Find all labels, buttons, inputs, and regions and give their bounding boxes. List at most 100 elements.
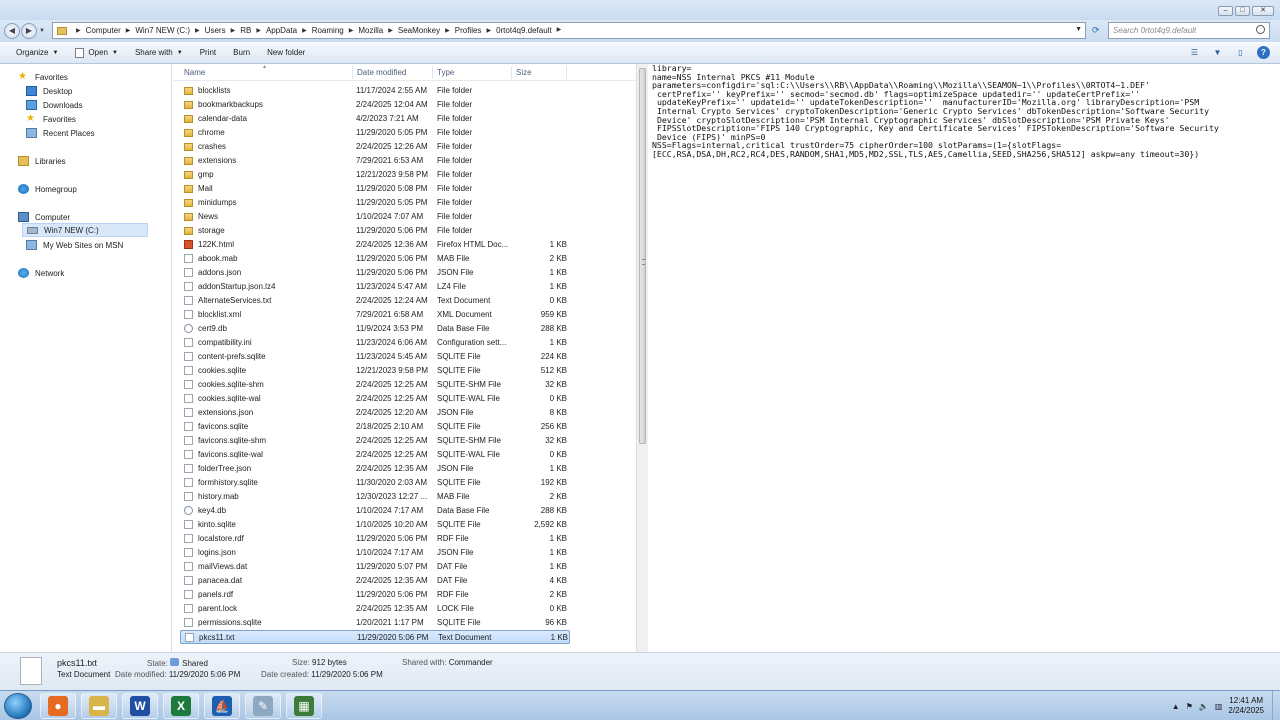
paint-app[interactable]: ✎: [245, 693, 281, 719]
nav-favorites[interactable]: ★ Favorites: [18, 70, 68, 84]
preview-pane-icon[interactable]: ▯: [1234, 46, 1247, 59]
file-row[interactable]: blocklists 11/17/2024 2:55 AM File folder: [180, 84, 570, 98]
network-tray-icon[interactable]: ▥: [1215, 702, 1223, 711]
file-row[interactable]: News 1/10/2024 7:07 AM File folder: [180, 210, 570, 224]
nav-homegroup[interactable]: Homegroup: [18, 182, 77, 196]
file-row[interactable]: Mail 11/29/2020 5:08 PM File folder: [180, 182, 570, 196]
file-row[interactable]: compatibility.ini 11/23/2024 6:06 AM Confi…: [180, 336, 570, 350]
file-row[interactable]: bookmarkbackups 2/24/2025 12:04 AM File fo…: [180, 98, 570, 112]
file-row[interactable]: extensions.json 2/24/2025 12:20 AM JSON Fi…: [180, 406, 570, 420]
seamonkey-app[interactable]: ⛵: [204, 693, 240, 719]
breadcrumb-separator-icon[interactable]: ▶: [557, 26, 562, 35]
flag-icon[interactable]: ⚑: [1186, 702, 1193, 711]
share-with-button[interactable]: Share with ▼: [127, 42, 192, 64]
file-row[interactable]: localstore.rdf 11/29/2020 5:06 PM RDF File…: [180, 532, 570, 546]
file-row[interactable]: panacea.dat 2/24/2025 12:35 AM DAT File 4 K…: [180, 574, 570, 588]
file-row[interactable]: permissions.sqlite 1/20/2021 1:17 PM SQLIT…: [180, 616, 570, 630]
file-row[interactable]: addonStartup.json.lz4 11/23/2024 5:47 AM L…: [180, 280, 570, 294]
view-options-chevron-icon[interactable]: ▼: [1211, 46, 1224, 59]
file-row[interactable]: cookies.sqlite-shm 2/24/2025 12:25 AM SQLI…: [180, 378, 570, 392]
file-list-scrollbar[interactable]: [636, 64, 648, 652]
show-desktop-button[interactable]: [1272, 691, 1280, 720]
refresh-icon[interactable]: ⟳: [1092, 24, 1104, 36]
file-row[interactable]: cert9.db 11/9/2024 3:53 PM Data Base File 2…: [180, 322, 570, 336]
breadcrumb-item[interactable]: ▶ Users: [190, 26, 226, 35]
file-row[interactable]: history.mab 12/30/2023 12:27 ... MAB File 2…: [180, 490, 570, 504]
address-history-chevron-icon[interactable]: ▼: [1075, 26, 1082, 33]
file-row[interactable]: content-prefs.sqlite 11/23/2024 5:45 AM SQ…: [180, 350, 570, 364]
column-divider[interactable]: [566, 66, 567, 79]
file-row[interactable]: cookies.sqlite 12/21/2023 9:58 PM SQLITE F…: [180, 364, 570, 378]
firefox-app[interactable]: ●: [40, 693, 76, 719]
column-divider[interactable]: [352, 66, 353, 79]
change-view-icon[interactable]: ☰: [1188, 46, 1201, 59]
file-row[interactable]: favicons.sqlite 2/18/2025 2:10 AM SQLITE F…: [180, 420, 570, 434]
breadcrumb-item[interactable]: ▶ SeaMonkey: [383, 26, 440, 35]
breadcrumb-separator-icon[interactable]: ▶: [231, 27, 236, 34]
clock[interactable]: 12:41 AM 2/24/2025: [1228, 696, 1264, 716]
breadcrumb-item[interactable]: ▶ Computer: [71, 26, 121, 35]
close-button[interactable]: ✕: [1252, 6, 1274, 16]
file-row[interactable]: kinto.sqlite 1/10/2025 10:20 AM SQLITE Fil…: [180, 518, 570, 532]
breadcrumb-separator-icon[interactable]: ▶: [256, 27, 261, 34]
nav-favorites-folder[interactable]: ★ Favorites: [26, 112, 76, 126]
file-row[interactable]: extensions 7/29/2021 6:53 AM File folder: [180, 154, 570, 168]
speaker-icon[interactable]: 🔈: [1199, 702, 1209, 711]
column-name[interactable]: Name: [184, 68, 205, 77]
breadcrumb-separator-icon[interactable]: ▶: [76, 27, 81, 34]
breadcrumb-item[interactable]: ▶ RB: [226, 26, 252, 35]
minimize-button[interactable]: –: [1218, 6, 1233, 16]
breadcrumb-separator-icon[interactable]: ▶: [302, 27, 307, 34]
excel-app[interactable]: X: [163, 693, 199, 719]
file-row[interactable]: addons.json 11/29/2020 5:06 PM JSON File 1 …: [180, 266, 570, 280]
breadcrumb-item[interactable]: ▶ Profiles: [440, 26, 481, 35]
recent-pages-chevron-icon[interactable]: ▼: [39, 28, 45, 34]
organize-button[interactable]: Organize ▼: [8, 42, 67, 64]
breadcrumb-separator-icon[interactable]: ▶: [195, 27, 200, 34]
file-row[interactable]: AlternateServices.txt 2/24/2025 12:24 AM T…: [180, 294, 570, 308]
control-panel-app[interactable]: ▦: [286, 693, 322, 719]
file-row[interactable]: gmp 12/21/2023 9:58 PM File folder: [180, 168, 570, 182]
file-row[interactable]: key4.db 1/10/2024 7:17 AM Data Base File 28…: [180, 504, 570, 518]
file-row[interactable]: favicons.sqlite-shm 2/24/2025 12:25 AM SQL…: [180, 434, 570, 448]
file-row[interactable]: storage 11/29/2020 5:06 PM File folder: [180, 224, 570, 238]
search-icon[interactable]: [1256, 25, 1265, 34]
file-row[interactable]: 122K.html 2/24/2025 12:36 AM Firefox HTML …: [180, 238, 570, 252]
column-type[interactable]: Type: [437, 68, 454, 77]
file-row[interactable]: formhistory.sqlite 11/30/2020 2:03 AM SQLI…: [180, 476, 570, 490]
nav-desktop[interactable]: Desktop: [26, 84, 72, 98]
column-size[interactable]: Size: [516, 68, 532, 77]
forward-button[interactable]: ▶: [21, 23, 37, 39]
scrollbar-thumb[interactable]: [639, 68, 646, 444]
nav-recent-places[interactable]: Recent Places: [26, 126, 95, 140]
file-row[interactable]: mailViews.dat 11/29/2020 5:07 PM DAT File 1…: [180, 560, 570, 574]
breadcrumb-separator-icon[interactable]: ▶: [349, 27, 354, 34]
open-button[interactable]: Open ▼: [67, 42, 127, 64]
file-row[interactable]: favicons.sqlite-wal 2/24/2025 12:25 AM SQL…: [180, 448, 570, 462]
file-row[interactable]: minidumps 11/29/2020 5:05 PM File folder: [180, 196, 570, 210]
breadcrumb-item[interactable]: ▶ AppData: [251, 26, 297, 35]
file-row[interactable]: calendar-data 4/2/2023 7:21 AM File folder: [180, 112, 570, 126]
new-folder-button[interactable]: New folder: [259, 42, 314, 64]
breadcrumb-separator-icon[interactable]: ▶: [126, 27, 131, 34]
file-row[interactable]: crashes 2/24/2025 12:26 AM File folder: [180, 140, 570, 154]
column-divider[interactable]: [511, 66, 512, 79]
nav-my-web-sites[interactable]: My Web Sites on MSN: [26, 238, 123, 252]
column-divider[interactable]: [432, 66, 433, 79]
nav-network[interactable]: Network: [18, 266, 64, 280]
help-icon[interactable]: ?: [1257, 46, 1270, 59]
file-row[interactable]: cookies.sqlite-wal 2/24/2025 12:25 AM SQLI…: [180, 392, 570, 406]
file-row[interactable]: folderTree.json 2/24/2025 12:35 AM JSON Fi…: [180, 462, 570, 476]
breadcrumb-item[interactable]: ▶ Roaming: [297, 26, 344, 35]
search-input[interactable]: Search 0rtot4q9.default: [1108, 22, 1270, 39]
back-button[interactable]: ◀: [4, 23, 20, 39]
breadcrumb-item[interactable]: ▶ Mozilla: [344, 26, 384, 35]
nav-drive-c[interactable]: Win7 NEW (C:): [22, 223, 148, 237]
burn-button[interactable]: Burn: [225, 42, 259, 64]
show-hidden-icons-icon[interactable]: ▲: [1172, 702, 1180, 711]
breadcrumb-separator-icon[interactable]: ▶: [486, 27, 491, 34]
start-button[interactable]: [4, 693, 32, 719]
word-app[interactable]: W: [122, 693, 158, 719]
file-row[interactable]: pkcs11.txt 11/29/2020 5:06 PM Text Documen…: [180, 630, 570, 644]
breadcrumb-item[interactable]: ▶ Win7 NEW (C:): [121, 26, 190, 35]
